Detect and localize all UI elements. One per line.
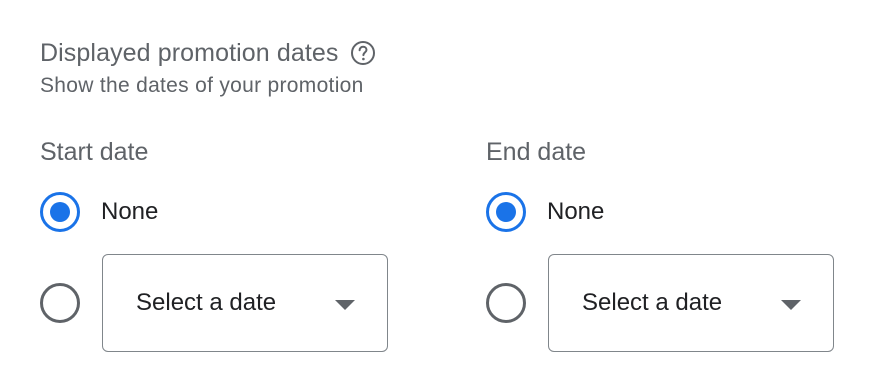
section-subtitle: Show the dates of your promotion <box>40 74 364 97</box>
start-none-label: None <box>101 198 159 225</box>
start-date-group: Start date None Select a date <box>40 134 400 352</box>
start-date-label: Start date <box>40 138 149 166</box>
start-date-select-text: Select a date <box>136 289 277 316</box>
end-date-select-text: Select a date <box>582 289 723 316</box>
start-none-radio[interactable] <box>40 192 80 232</box>
start-date-radio[interactable] <box>40 283 80 323</box>
help-circle-icon[interactable] <box>349 39 377 67</box>
dropdown-caret-icon <box>335 300 355 310</box>
end-none-label: None <box>547 198 605 225</box>
start-none-option[interactable]: None <box>40 192 158 232</box>
radio-dot <box>50 202 70 222</box>
title-row: Displayed promotion dates <box>40 36 377 70</box>
end-date-select[interactable]: Select a date <box>548 254 834 352</box>
section-title: Displayed promotion dates <box>40 38 339 67</box>
dropdown-caret-icon <box>781 300 801 310</box>
end-date-group: End date None Select a date <box>486 134 846 352</box>
end-none-radio[interactable] <box>486 192 526 232</box>
end-date-radio[interactable] <box>486 283 526 323</box>
start-date-select[interactable]: Select a date <box>102 254 388 352</box>
section-header: Displayed promotion dates Show the dates… <box>40 36 377 98</box>
radio-dot <box>496 202 516 222</box>
end-date-label: End date <box>486 138 587 166</box>
end-none-option[interactable]: None <box>486 192 604 232</box>
